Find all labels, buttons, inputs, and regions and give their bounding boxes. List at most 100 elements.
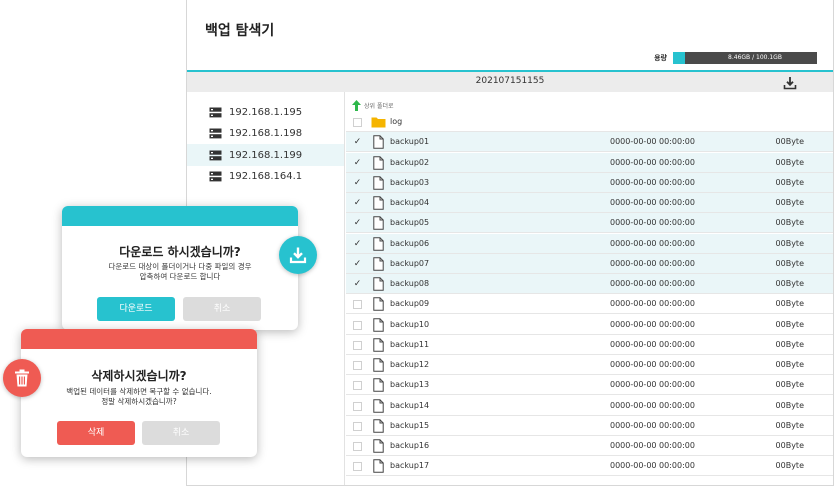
file-row[interactable]: backup15 0000-00-00 00:00:00 00Byte — [346, 416, 833, 436]
file-icon — [373, 176, 384, 190]
row-checkbox[interactable] — [353, 361, 362, 370]
file-date: 0000-00-00 00:00:00 — [610, 299, 695, 309]
file-date: 0000-00-00 00:00:00 — [610, 380, 695, 390]
server-item[interactable]: 192.168.1.199 — [187, 144, 344, 166]
file-row[interactable]: ✓ backup04 0000-00-00 00:00:00 00Byte — [346, 193, 833, 213]
up-folder-label: 상위 폴더로 — [364, 103, 394, 110]
trash-icon — [15, 369, 29, 387]
row-checkbox[interactable]: ✓ — [353, 158, 362, 168]
download-button[interactable] — [783, 75, 797, 90]
server-item[interactable]: 192.168.164.1 — [187, 166, 344, 188]
file-name: backup17 — [390, 461, 430, 471]
file-icon-wrap — [373, 297, 384, 313]
server-item[interactable]: 192.168.1.195 — [187, 101, 344, 123]
file-icon — [373, 216, 384, 230]
row-checkbox[interactable]: ✓ — [353, 280, 362, 289]
server-icon — [209, 171, 222, 182]
row-checkbox[interactable] — [353, 381, 362, 391]
row-checkbox[interactable] — [353, 320, 362, 330]
arrow-up-icon — [352, 100, 361, 111]
file-list: 상위 폴더로 log ✓ backup01 0000-00-00 00:00:00 00… — [346, 92, 833, 485]
delete-confirm-button[interactable]: 삭제 — [57, 421, 135, 445]
server-icon — [209, 128, 222, 139]
row-checkbox[interactable] — [353, 442, 362, 451]
file-name: backup14 — [390, 400, 430, 410]
file-icon-wrap — [373, 216, 384, 232]
file-icon-wrap — [373, 257, 384, 273]
row-checkbox[interactable]: ✓ — [353, 138, 362, 147]
file-row[interactable]: backup11 0000-00-00 00:00:00 00Byte — [346, 335, 833, 355]
download-icon — [289, 247, 307, 264]
row-checkbox[interactable]: ✓ — [353, 259, 362, 269]
dialog-title: 다운로드 하시겠습니까? — [119, 245, 241, 259]
row-checkbox[interactable] — [353, 340, 362, 350]
row-checkbox[interactable] — [353, 118, 362, 127]
file-row[interactable]: ✓ backup05 0000-00-00 00:00:00 00Byte — [346, 213, 833, 234]
file-date: 0000-00-00 00:00:00 — [610, 339, 695, 349]
file-icon-wrap — [373, 459, 384, 475]
server-item[interactable]: 192.168.1.198 — [187, 123, 344, 145]
file-name: backup12 — [390, 360, 430, 369]
row-checkbox[interactable]: ✓ — [353, 219, 362, 228]
file-row[interactable]: ✓ backup01 0000-00-00 00:00:00 00Byte — [346, 132, 833, 153]
download-cancel-button[interactable]: 취소 — [183, 297, 261, 321]
file-row[interactable]: backup17 0000-00-00 00:00:00 00Byte — [346, 456, 833, 477]
file-date: 0000-00-00 00:00:00 — [610, 238, 695, 248]
row-checkbox[interactable] — [353, 462, 362, 472]
row-checkbox[interactable]: ✓ — [353, 199, 362, 208]
file-row[interactable]: ✓ backup06 0000-00-00 00:00:00 00Byte — [346, 233, 833, 254]
file-row[interactable]: backup12 0000-00-00 00:00:00 00Byte — [346, 355, 833, 375]
server-label: 192.168.1.195 — [229, 106, 303, 118]
up-folder-link[interactable]: 상위 폴더로 — [352, 100, 394, 111]
folder-icon-wrap — [371, 116, 386, 130]
download-dialog: 다운로드 하시겠습니까? 다운로드 대상이 폴더이거나 다중 파일의 경우 압축… — [62, 206, 317, 330]
file-icon — [373, 398, 384, 413]
row-checkbox[interactable]: ✓ — [353, 178, 362, 188]
file-row[interactable]: backup13 0000-00-00 00:00:00 00Byte — [346, 375, 833, 396]
row-checkbox[interactable] — [353, 300, 362, 310]
file-name: backup08 — [390, 279, 430, 288]
file-row[interactable]: backup14 0000-00-00 00:00:00 00Byte — [346, 396, 833, 416]
server-label: 192.168.1.198 — [229, 128, 303, 139]
server-label: 192.168.164.1 — [229, 171, 303, 182]
file-icon-wrap — [373, 155, 384, 172]
file-date: 0000-00-00 00:00:00 — [610, 360, 695, 369]
file-icon-wrap — [373, 398, 384, 415]
file-row[interactable]: backup16 0000-00-00 00:00:00 00Byte — [346, 436, 833, 456]
folder-row[interactable]: log — [346, 112, 833, 132]
file-icon — [373, 459, 384, 473]
file-icon-wrap — [373, 439, 384, 455]
file-date: 0000-00-00 00:00:00 — [610, 279, 695, 288]
file-size: 00Byte — [775, 238, 804, 248]
file-size: 00Byte — [775, 157, 804, 167]
file-icon — [373, 196, 384, 210]
delete-cancel-button[interactable]: 취소 — [142, 421, 220, 445]
file-size: 00Byte — [775, 198, 804, 207]
file-icon — [373, 257, 384, 271]
download-confirm-button[interactable]: 다운로드 — [97, 297, 175, 321]
file-name: backup06 — [390, 238, 430, 248]
file-icon — [373, 135, 384, 149]
file-row[interactable]: ✓ backup08 0000-00-00 00:00:00 00Byte — [346, 274, 833, 294]
file-name: backup01 — [390, 137, 430, 147]
file-size: 00Byte — [775, 319, 804, 329]
row-checkbox[interactable] — [353, 401, 362, 411]
row-checkbox[interactable]: ✓ — [353, 239, 362, 249]
file-size: 00Byte — [775, 339, 804, 349]
dialog-title: 삭제하시겠습니까? — [91, 369, 187, 383]
file-row[interactable]: ✓ backup07 0000-00-00 00:00:00 00Byte — [346, 253, 833, 274]
file-icon — [373, 338, 384, 352]
file-row[interactable]: backup09 0000-00-00 00:00:00 00Byte — [346, 294, 833, 315]
file-row[interactable]: ✓ backup03 0000-00-00 00:00:00 00Byte — [346, 172, 833, 193]
row-checkbox[interactable] — [353, 421, 362, 431]
file-icon-wrap — [373, 317, 384, 334]
file-date: 0000-00-00 00:00:00 — [610, 319, 695, 329]
file-row[interactable]: ✓ backup02 0000-00-00 00:00:00 00Byte — [346, 152, 833, 173]
file-row[interactable]: backup10 0000-00-00 00:00:00 00Byte — [346, 315, 833, 335]
file-name: backup16 — [390, 441, 430, 450]
server-label: 192.168.1.199 — [229, 149, 303, 161]
file-date: 0000-00-00 00:00:00 — [610, 441, 695, 450]
file-date: 0000-00-00 00:00:00 — [610, 420, 695, 430]
capacity-indicator: 용량 8.46GB / 100.1GB — [654, 52, 817, 64]
file-date: 0000-00-00 00:00:00 — [610, 137, 695, 147]
